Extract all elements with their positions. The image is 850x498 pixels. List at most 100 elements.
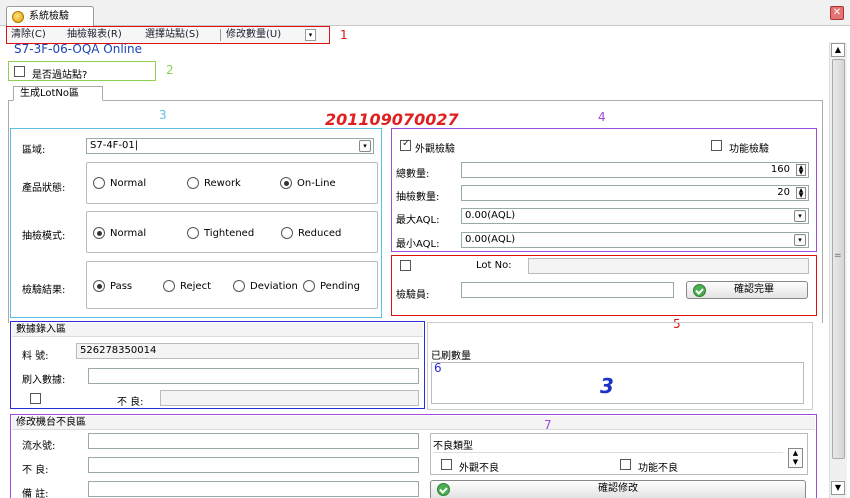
scroll-updown-icon[interactable]: ▲ ▼ — [788, 448, 803, 468]
mode-tightened-radio[interactable] — [187, 227, 199, 239]
lot-number: 201109070027 — [325, 110, 459, 129]
sample-qty-value: 20 — [777, 187, 790, 198]
tab-label: 生成LotNo區 — [20, 88, 80, 99]
min-aql-label: 最小AQL: — [396, 239, 440, 250]
remark-input[interactable] — [88, 481, 419, 497]
area-select[interactable]: S7-4F-01| ▾ — [86, 138, 374, 154]
result-deviation-label: Deviation — [250, 281, 298, 292]
spinner-icon[interactable]: ▲ ▼ — [796, 187, 806, 199]
passed-station-label: 是否過站點? — [32, 70, 88, 81]
result-pass-label: Pass — [110, 281, 133, 292]
close-icon[interactable]: ✕ — [830, 6, 844, 20]
status-rework-radio[interactable] — [187, 177, 199, 189]
lot-no-checkbox[interactable] — [400, 260, 411, 271]
remark-label: 備 註: — [22, 489, 49, 498]
annotation-3: 3 — [159, 108, 167, 122]
function-defect-label: 功能不良 — [638, 463, 678, 474]
visual-defect-label: 外觀不良 — [459, 463, 499, 474]
scroll-down-icon[interactable]: ▼ — [831, 481, 845, 495]
scanned-count: 3 — [600, 374, 614, 398]
status-rework-label: Rework — [204, 178, 241, 189]
mode-label: 抽檢模式: — [22, 231, 66, 242]
tab-generate-lotno[interactable]: 生成LotNo區 — [13, 86, 103, 101]
mode-tightened-label: Tightened — [204, 228, 255, 239]
total-qty-label: 總數量: — [396, 169, 430, 180]
area-value: S7-4F-01| — [90, 140, 139, 151]
modify-defect-input[interactable] — [88, 457, 419, 473]
scanned-title: 已刷數量 — [431, 351, 471, 362]
inspector-input[interactable] — [461, 282, 674, 298]
area-label: 區域: — [22, 145, 46, 156]
defect-checkbox[interactable] — [30, 393, 41, 404]
spinner-icon[interactable]: ▲ ▼ — [796, 164, 806, 176]
modify-defect-label: 不 良: — [22, 465, 49, 476]
chevron-down-icon[interactable]: ▾ — [359, 140, 371, 152]
mode-normal-label: Normal — [110, 228, 147, 239]
part-no-input: 526278350014 — [76, 343, 419, 359]
status-online-label: On-Line — [297, 178, 336, 189]
lot-no-label: Lot No: — [476, 260, 512, 271]
result-reject-label: Reject — [180, 281, 212, 292]
inspector-label: 檢驗員: — [396, 290, 430, 301]
window-tab[interactable]: 系統檢驗 — [6, 6, 94, 27]
confirm-complete-label: 確認完畢 — [734, 284, 774, 295]
annotation-1: 1 — [340, 28, 348, 42]
station-name: S7-3F-06-OQA Online — [14, 42, 143, 56]
status-online-radio[interactable] — [280, 177, 292, 189]
serial-input[interactable] — [88, 433, 419, 449]
status-label: 產品狀態: — [22, 183, 66, 194]
scan-input[interactable] — [88, 368, 419, 384]
annotation-7: 7 — [544, 418, 552, 432]
status-normal-radio[interactable] — [93, 177, 105, 189]
serial-label: 流水號: — [22, 441, 56, 452]
defect-label: 不 良: — [117, 397, 144, 408]
result-reject-radio[interactable] — [163, 280, 175, 292]
max-aql-value: 0.00(AQL) — [465, 210, 516, 221]
lot-no-input[interactable] — [528, 258, 809, 274]
min-aql-select[interactable]: 0.00(AQL) ▾ — [461, 232, 809, 248]
chevron-down-icon[interactable]: ▾ — [794, 234, 806, 246]
title-bar — [0, 0, 850, 26]
annotation-6: 6 — [434, 361, 442, 375]
visual-check-label: 外觀檢驗 — [415, 144, 455, 155]
mode-reduced-label: Reduced — [298, 228, 342, 239]
check-icon — [693, 284, 706, 297]
modify-title: 修改機台不良區 — [12, 416, 815, 430]
sample-qty-input[interactable]: 20 ▲ ▼ — [461, 185, 809, 201]
confirm-modify-button[interactable]: 確認修改 — [430, 480, 806, 498]
result-pending-radio[interactable] — [303, 280, 315, 292]
total-qty-input[interactable]: 160 ▲ ▼ — [461, 162, 809, 178]
result-label: 檢驗結果: — [22, 285, 66, 296]
scanned-count-box — [431, 362, 804, 404]
visual-check-checkbox[interactable] — [400, 138, 411, 151]
scroll-grip-icon: = — [834, 251, 842, 261]
scroll-up-icon[interactable]: ▲ — [831, 43, 845, 57]
mode-reduced-radio[interactable] — [281, 227, 293, 239]
app-icon — [12, 11, 24, 23]
defect-type-title: 不良類型 — [433, 441, 473, 452]
confirm-modify-label: 確認修改 — [598, 483, 638, 494]
result-deviation-radio[interactable] — [233, 280, 245, 292]
result-pending-label: Pending — [320, 281, 360, 292]
part-no-value: 526278350014 — [80, 345, 157, 356]
part-no-label: 料 號: — [22, 351, 49, 362]
passed-station-checkbox[interactable] — [14, 66, 25, 77]
max-aql-select[interactable]: 0.00(AQL) ▾ — [461, 208, 809, 224]
status-normal-label: Normal — [110, 178, 147, 189]
window-tab-title: 系統檢驗 — [29, 11, 69, 22]
visual-defect-checkbox[interactable] — [441, 459, 452, 470]
total-qty-value: 160 — [770, 164, 790, 175]
defect-input[interactable] — [160, 390, 419, 406]
result-pass-radio[interactable] — [93, 280, 105, 292]
annotation-4: 4 — [598, 110, 606, 124]
confirm-complete-button[interactable]: 確認完畢 — [686, 281, 808, 299]
sample-qty-label: 抽檢數量: — [396, 192, 440, 203]
function-check-checkbox[interactable] — [711, 140, 722, 151]
check-icon — [437, 483, 450, 496]
mode-normal-radio[interactable] — [93, 227, 105, 239]
function-defect-checkbox[interactable] — [620, 459, 631, 470]
annotation-2: 2 — [166, 63, 174, 77]
function-check-label: 功能檢驗 — [729, 144, 769, 155]
scan-label: 刷入數據: — [22, 375, 66, 386]
chevron-down-icon[interactable]: ▾ — [794, 210, 806, 222]
